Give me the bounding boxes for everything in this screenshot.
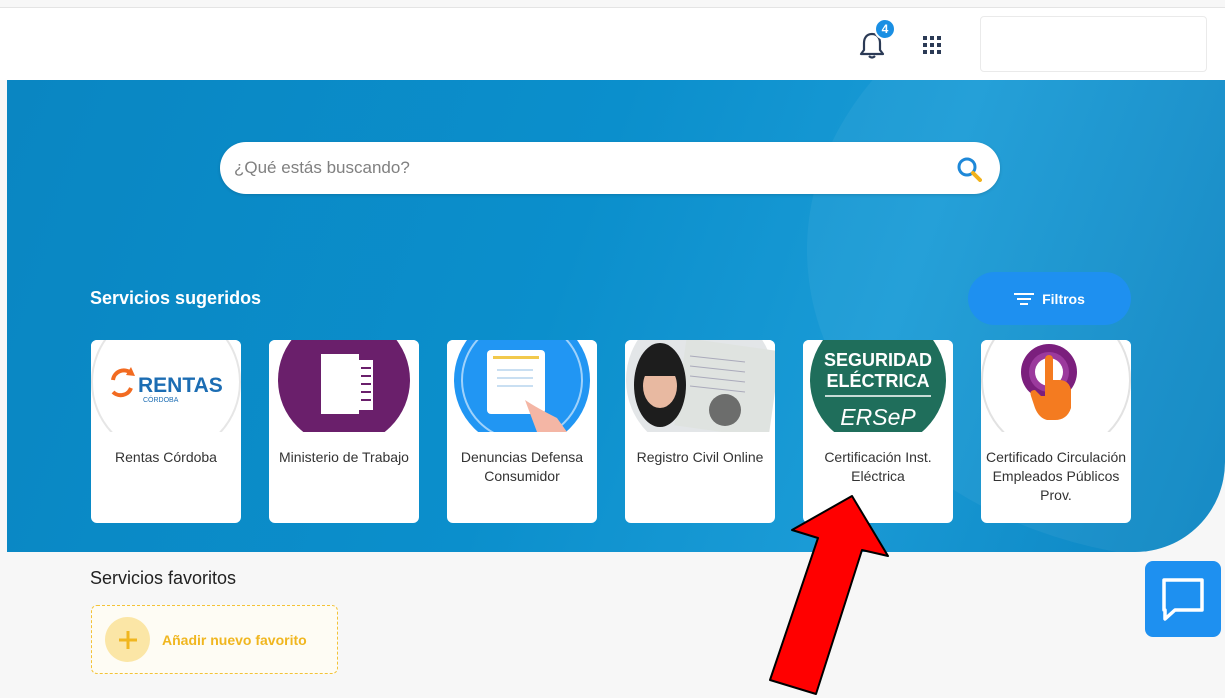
rentas-logo-sub: CÓRDOBA (143, 395, 179, 404)
service-card-label: Registro Civil Online (636, 449, 764, 465)
service-card-label: Certificación Inst. Eléctrica (824, 449, 932, 484)
search-icon[interactable] (956, 156, 982, 182)
ersep-logo-line1: SEGURIDAD (824, 350, 932, 370)
add-favorite-button[interactable]: Añadir nuevo favorito (91, 605, 338, 674)
service-card-label: Certificado Circulación Empleados Públic… (985, 449, 1127, 503)
registro-civil-photo (625, 340, 775, 432)
search-bar (220, 142, 1000, 194)
service-card-label: Rentas Córdoba (115, 449, 217, 465)
ersep-logo-line2: ELÉCTRICA (827, 370, 930, 391)
page: 4 Servicios sugeridos Filtros (0, 0, 1225, 698)
service-card-ministerio-trabajo[interactable]: Ministerio de Trabajo (269, 340, 419, 523)
add-favorite-label: Añadir nuevo favorito (162, 631, 307, 648)
ersep-logo: SEGURIDAD ELÉCTRICA ERSeP (803, 340, 953, 432)
service-card-label: Ministerio de Trabajo (279, 449, 409, 465)
service-card-certificado-circulacion[interactable]: Certificado Circulación Empleados Públic… (981, 340, 1131, 523)
notifications-badge[interactable]: 4 (874, 18, 896, 40)
service-card-defensa-consumidor[interactable]: Denuncias Defensa Consumidor (447, 340, 597, 523)
service-card-label: Denuncias Defensa Consumidor (460, 449, 584, 484)
rentas-logo-text: RENTAS (138, 374, 223, 397)
chat-button[interactable] (1145, 561, 1221, 637)
red-arrow-annotation (769, 495, 889, 695)
certificado-circulacion-logo (981, 340, 1131, 432)
favorite-services-title: Servicios favoritos (90, 568, 237, 588)
service-card-registro-civil[interactable]: Registro Civil Online (625, 340, 775, 523)
suggested-services-title: Servicios sugeridos (90, 288, 262, 308)
plus-icon (105, 617, 150, 662)
search-input[interactable] (234, 142, 934, 194)
service-card-rentas[interactable]: RENTAS CÓRDOBA Rentas Córdoba (91, 340, 241, 523)
rentas-logo: RENTAS CÓRDOBA (91, 340, 241, 432)
ersep-logo-line3: ERSeP (840, 404, 916, 430)
filter-icon (1014, 292, 1035, 306)
ministerio-trabajo-logo (269, 340, 419, 432)
grid-apps-icon[interactable] (923, 36, 941, 54)
chat-icon (1162, 578, 1204, 621)
defensa-consumidor-logo (447, 340, 597, 432)
filters-label: Filtros (1042, 290, 1085, 307)
user-menu[interactable] (980, 16, 1207, 72)
filters-button[interactable]: Filtros (968, 272, 1131, 325)
